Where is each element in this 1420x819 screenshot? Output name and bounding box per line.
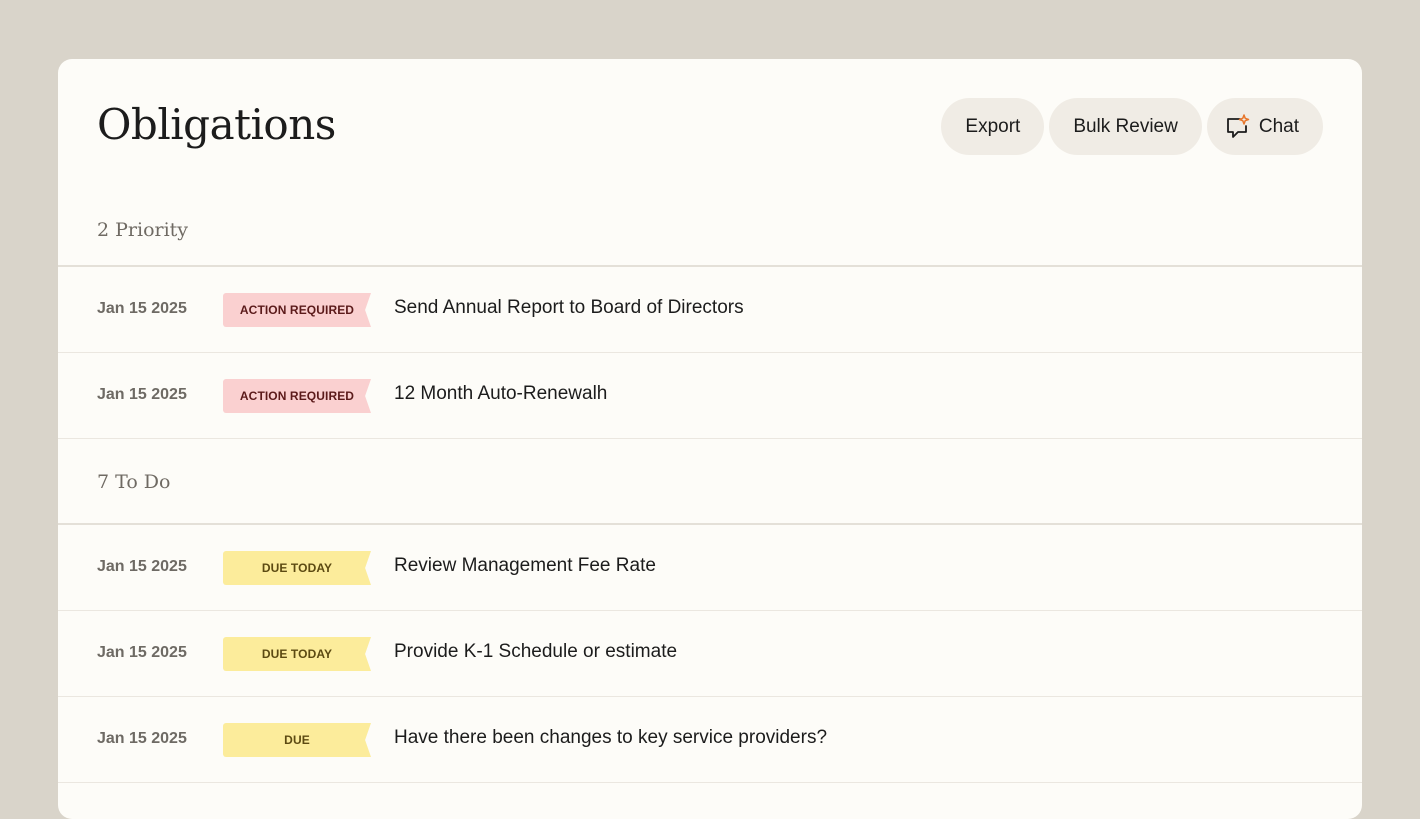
row-date: Jan 15 2025 <box>97 558 187 575</box>
status-badge: DUE TODAY <box>223 637 371 671</box>
chat-sparkle-icon <box>1225 113 1251 140</box>
header-actions: Export Bulk Review Chat <box>941 98 1323 155</box>
obligation-row[interactable]: Jan 15 2025 ACTION REQUIRED 12 Month Aut… <box>58 353 1362 439</box>
row-task: 12 Month Auto-Renewalh <box>394 383 608 404</box>
section-header-priority: 2 Priority <box>58 209 1362 267</box>
status-badge: DUE <box>223 723 371 757</box>
obligation-row[interactable]: Jan 15 2025 DUE TODAY Review Management … <box>58 525 1362 611</box>
chat-button-label: Chat <box>1258 115 1299 137</box>
page-title: Obligations <box>97 100 336 149</box>
export-button[interactable]: Export <box>941 98 1045 155</box>
row-task: Provide K-1 Schedule or estimate <box>394 641 678 662</box>
status-badge: ACTION REQUIRED <box>223 379 371 413</box>
row-task: Review Management Fee Rate <box>394 555 656 576</box>
row-date: Jan 15 2025 <box>97 386 187 403</box>
bulk-review-button-label: Bulk Review <box>1073 115 1178 137</box>
status-badge: ACTION REQUIRED <box>223 293 371 327</box>
chat-button[interactable]: Chat <box>1206 98 1323 155</box>
obligation-row[interactable]: Jan 15 2025 ACTION REQUIRED Send Annual … <box>58 267 1362 353</box>
row-task: Have there been changes to key service p… <box>394 727 828 748</box>
obligation-row[interactable]: Jan 15 2025 DUE Have there been changes … <box>58 697 1362 783</box>
section-label: 2 Priority <box>97 219 189 241</box>
row-date: Jan 15 2025 <box>97 644 187 661</box>
status-badge: DUE TODAY <box>223 551 371 585</box>
section-header-to-do: 7 To Do <box>58 439 1362 525</box>
row-task: Send Annual Report to Board of Directors <box>394 297 744 318</box>
obligations-panel: Obligations Export Bulk Review Chat 2 Pr… <box>58 59 1362 819</box>
row-date: Jan 15 2025 <box>97 730 187 747</box>
row-date: Jan 15 2025 <box>97 300 187 317</box>
header: Obligations Export Bulk Review Chat <box>58 59 1362 209</box>
obligation-row[interactable]: Jan 15 2025 DUE TODAY Provide K-1 Schedu… <box>58 611 1362 697</box>
export-button-label: Export <box>965 115 1021 137</box>
section-label: 7 To Do <box>97 471 171 493</box>
bulk-review-button[interactable]: Bulk Review <box>1049 98 1202 155</box>
